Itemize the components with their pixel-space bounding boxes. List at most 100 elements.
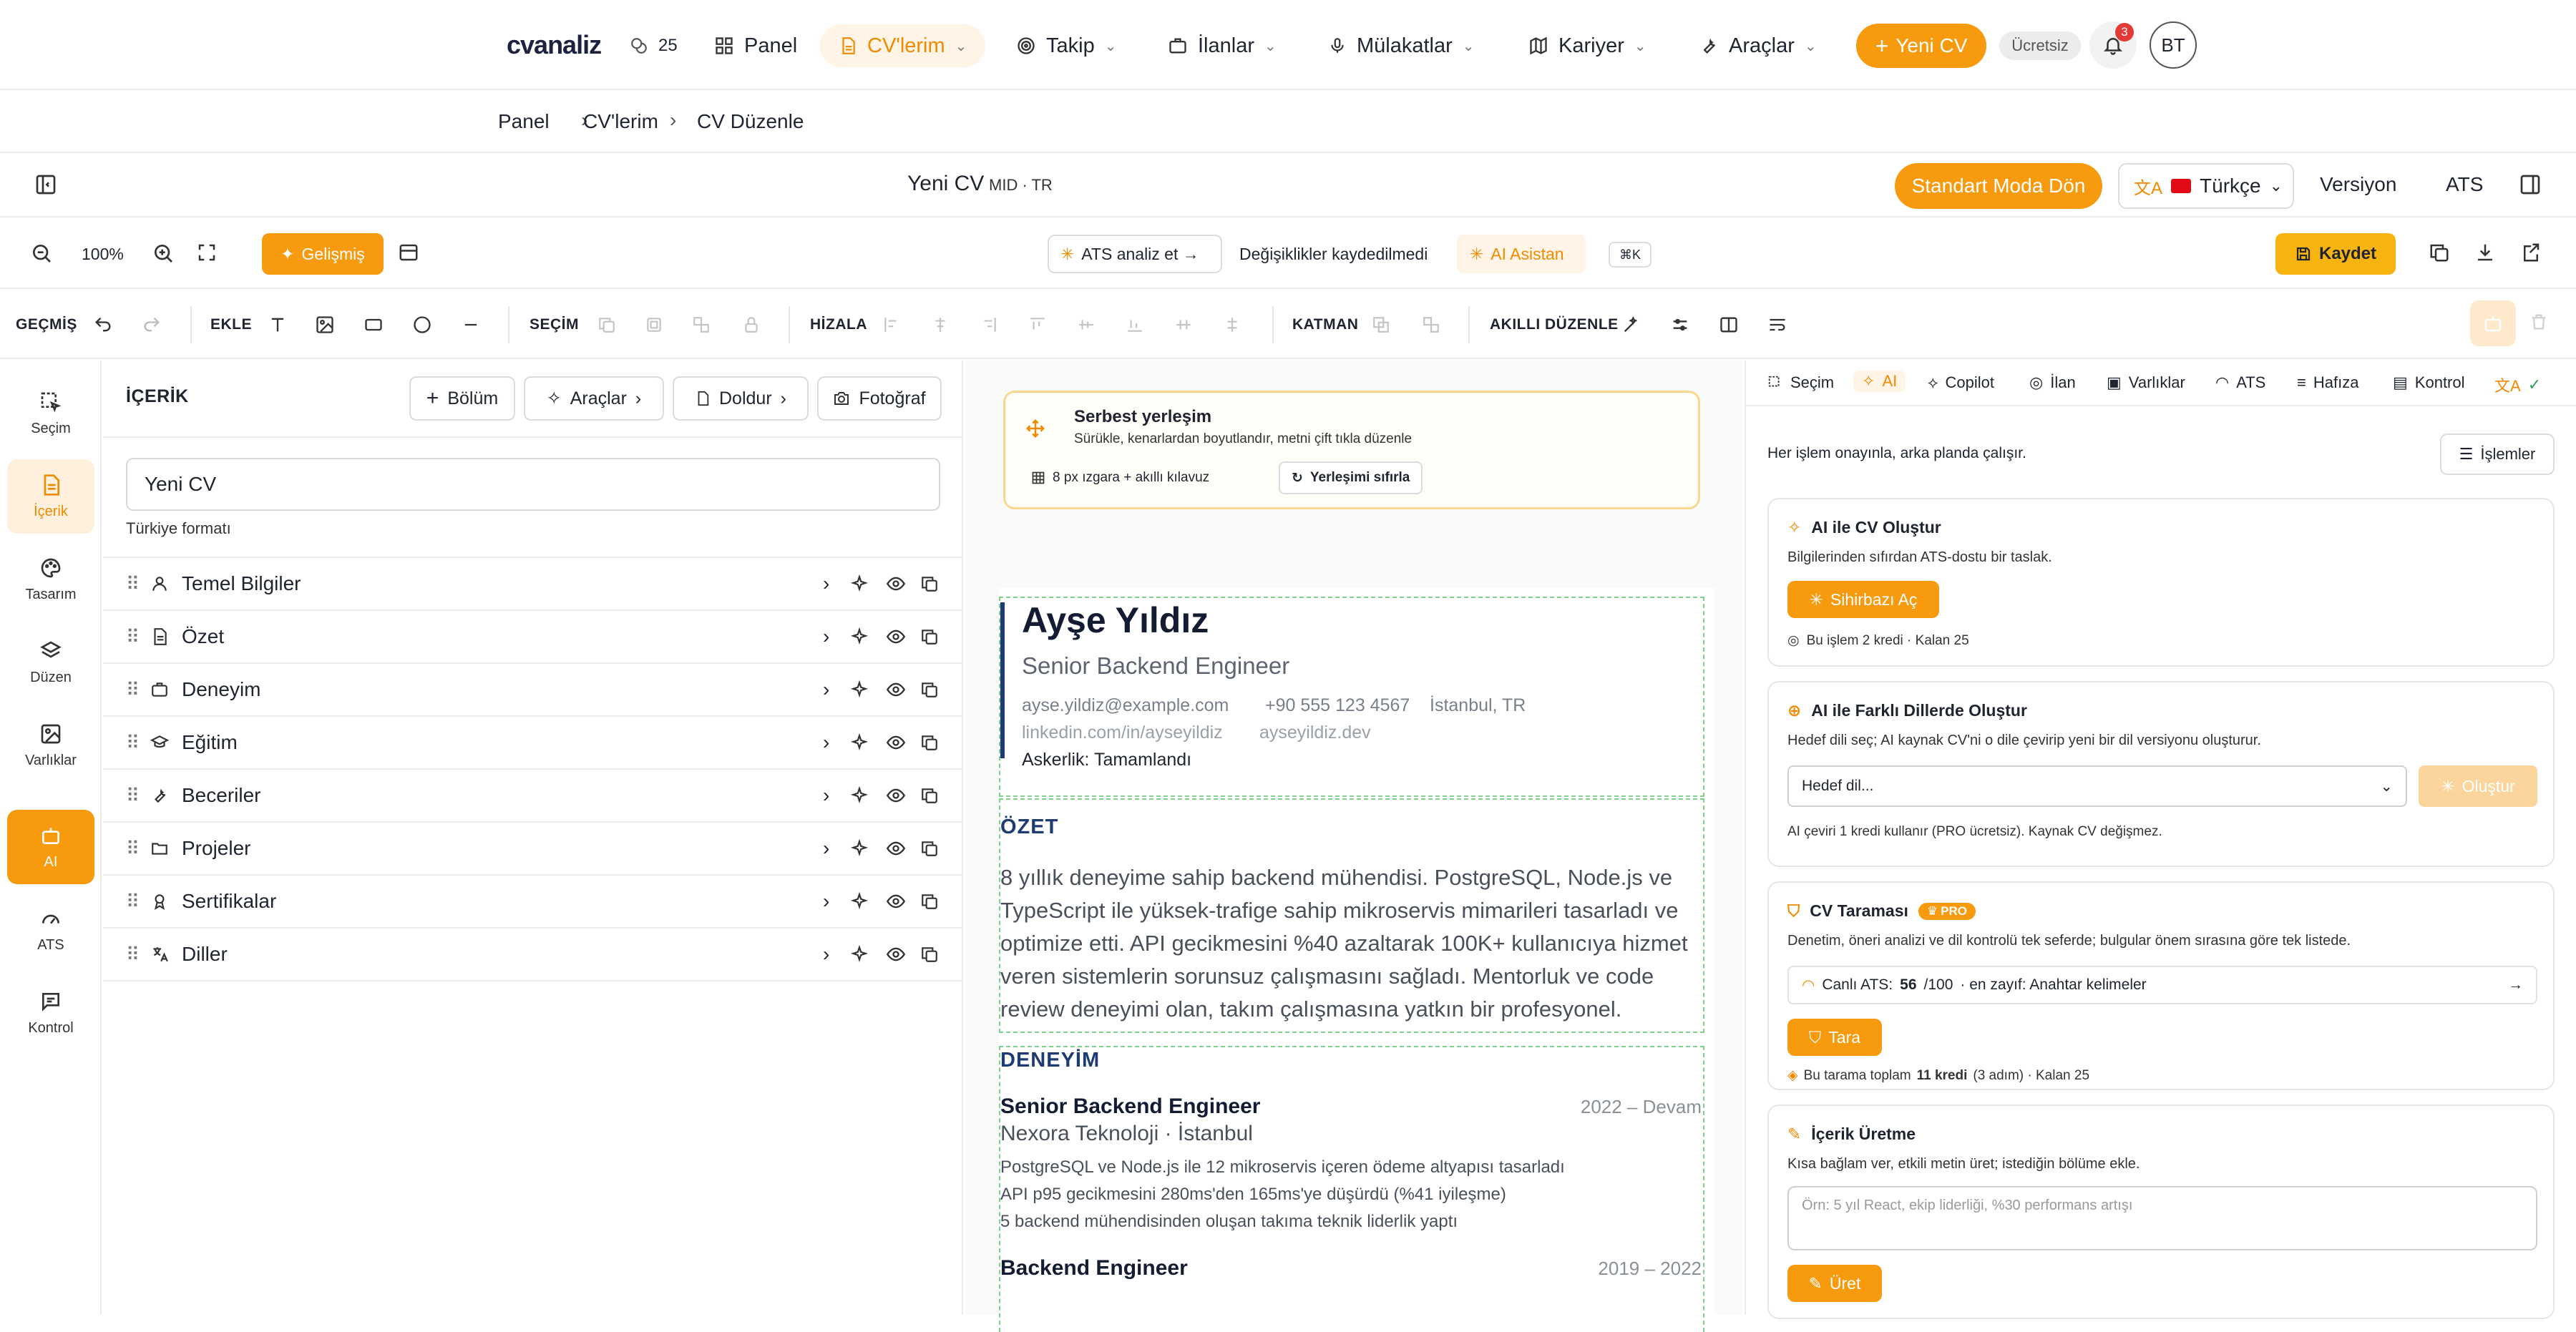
ats-analyze-button[interactable]: ✳ ATS analiz et → xyxy=(1048,235,1222,273)
photo-button[interactable]: Fotoğraf xyxy=(817,376,942,421)
advanced-mode-button[interactable]: ✦ Gelişmiş xyxy=(262,233,384,275)
circle-tool-icon[interactable] xyxy=(409,312,435,338)
eye-icon[interactable] xyxy=(886,574,906,594)
section-row[interactable]: ⠿ Deneyim › xyxy=(103,662,962,715)
panel-toggle-icon[interactable] xyxy=(2519,173,2542,196)
tab-varliklar[interactable]: ▣ Varlıklar xyxy=(2107,373,2185,392)
sparkle-icon[interactable] xyxy=(850,574,869,593)
cv-experience-block[interactable]: DENEYİM Senior Backend Engineer 2022 – D… xyxy=(999,1046,1704,1332)
section-row[interactable]: ⠿ Sertifikalar › xyxy=(103,874,962,927)
sparkle-icon[interactable] xyxy=(850,627,869,646)
new-cv-button[interactable]: + Yeni CV xyxy=(1856,24,1986,68)
align-middle-icon[interactable] xyxy=(1073,312,1099,338)
section-row[interactable]: ⠿ Eğitim › xyxy=(103,715,962,768)
tab-ai[interactable]: ✧ AI xyxy=(1853,371,1906,392)
align-top-icon[interactable] xyxy=(1025,312,1050,338)
chevron-right-icon[interactable]: › xyxy=(823,943,829,966)
section-row[interactable]: ⠿ Temel Bilgiler › xyxy=(103,557,962,609)
robot-button[interactable] xyxy=(2470,300,2516,346)
reset-layout-button[interactable]: ↻ Yerleşimi sıfırla xyxy=(1279,461,1423,494)
rail-item-ai[interactable]: AI xyxy=(7,810,94,884)
text-wrap-icon[interactable] xyxy=(1765,312,1790,338)
nav-mulakatlar[interactable]: Mülakatlar ⌄ xyxy=(1328,24,1475,67)
version-button[interactable]: Versiyon xyxy=(2320,173,2396,196)
nav-ilanlar[interactable]: İlanlar ⌄ xyxy=(1168,24,1277,67)
align-left-icon[interactable] xyxy=(879,312,904,338)
text-tool-icon[interactable] xyxy=(265,312,291,338)
lock-disabled-icon[interactable] xyxy=(738,312,764,338)
drag-handle-icon[interactable]: ⠿ xyxy=(126,626,140,648)
bring-forward-icon[interactable] xyxy=(1368,312,1394,338)
ai-assistant-button[interactable]: ✳ AI Asistan xyxy=(1457,235,1586,273)
rail-item-ats[interactable]: ATS xyxy=(7,893,94,967)
ats-button[interactable]: ATS xyxy=(2446,173,2483,196)
duplicate-icon[interactable] xyxy=(920,680,939,699)
eye-icon[interactable] xyxy=(886,627,906,647)
chevron-right-icon[interactable]: › xyxy=(823,625,829,648)
duplicate-icon[interactable] xyxy=(920,733,939,752)
rail-item-varliklar[interactable]: Varlıklar xyxy=(7,708,94,783)
zoom-out-icon[interactable] xyxy=(30,242,53,265)
tools-button[interactable]: ✧ Araçlar › xyxy=(524,376,664,421)
eye-icon[interactable] xyxy=(886,944,906,964)
sparkle-icon[interactable] xyxy=(850,786,869,805)
operations-button[interactable]: ☰ İşlemler xyxy=(2440,434,2555,475)
target-language-select[interactable]: Hedef dil... ⌄ xyxy=(1787,765,2407,807)
drag-handle-icon[interactable]: ⠿ xyxy=(126,944,140,966)
tab-hafiza[interactable]: ≡ Hafıza xyxy=(2297,373,2358,392)
tab-ilan[interactable]: ◎ İlan xyxy=(2029,373,2076,392)
tab-kontrol[interactable]: ▤ Kontrol xyxy=(2393,373,2465,392)
nav-panel[interactable]: Panel xyxy=(714,24,797,67)
redo-icon[interactable] xyxy=(139,312,165,338)
language-select[interactable]: 文A Türkçe ⌄ xyxy=(2118,163,2294,209)
align-bottom-icon[interactable] xyxy=(1122,312,1148,338)
translate-check[interactable]: 文A ✓ xyxy=(2494,373,2541,396)
rail-item-kontrol[interactable]: Kontrol xyxy=(7,976,94,1050)
line-tool-icon[interactable] xyxy=(458,312,484,338)
rail-item-secim[interactable]: Seçim xyxy=(7,376,94,451)
eye-icon[interactable] xyxy=(886,785,906,805)
section-row[interactable]: ⠿ Projeler › xyxy=(103,821,962,874)
credits-indicator[interactable]: 25 xyxy=(630,24,678,67)
drag-handle-icon[interactable]: ⠿ xyxy=(126,732,140,754)
duplicate-icon[interactable] xyxy=(920,945,939,964)
cv-summary-block[interactable]: ÖZET 8 yıllık deneyime sahip backend müh… xyxy=(999,798,1704,1033)
sparkle-icon[interactable] xyxy=(850,945,869,964)
breadcrumb-cvlerim[interactable]: CV'lerim xyxy=(583,110,658,133)
nav-takip[interactable]: Takip ⌄ xyxy=(1016,24,1116,67)
align-right-icon[interactable] xyxy=(976,312,1002,338)
zoom-in-icon[interactable] xyxy=(152,242,175,265)
eye-icon[interactable] xyxy=(886,680,906,700)
ungroup-disabled-icon[interactable] xyxy=(688,312,714,338)
tab-copilot[interactable]: ⟡ Copilot xyxy=(1928,373,1994,392)
align-center-icon[interactable] xyxy=(927,312,953,338)
context-textarea[interactable]: Örn: 5 yıl React, ekip liderliği, %30 pe… xyxy=(1787,1186,2537,1250)
translate-create-button[interactable]: ✳ Oluştur xyxy=(2419,765,2537,807)
breadcrumb-panel[interactable]: Panel xyxy=(498,110,550,133)
chevron-right-icon[interactable]: › xyxy=(823,572,829,595)
live-ats-row[interactable]: ◠ Canlı ATS: 56 /100 · en zayıf: Anahtar… xyxy=(1787,966,2537,1004)
download-icon[interactable] xyxy=(2474,242,2496,263)
duplicate-icon[interactable] xyxy=(2429,242,2450,263)
sparkle-icon[interactable] xyxy=(850,733,869,752)
drag-handle-icon[interactable]: ⠿ xyxy=(126,838,140,860)
drag-handle-icon[interactable]: ⠿ xyxy=(126,785,140,807)
nav-kariyer[interactable]: Kariyer ⌄ xyxy=(1528,24,1646,67)
copy-disabled-icon[interactable] xyxy=(594,312,620,338)
rail-item-icerik[interactable]: İçerik xyxy=(7,459,94,534)
undo-icon[interactable] xyxy=(90,312,116,338)
chevron-right-icon[interactable]: › xyxy=(823,784,829,807)
add-section-button[interactable]: + Bölüm xyxy=(409,376,515,421)
section-row[interactable]: ⠿ Beceriler › xyxy=(103,768,962,821)
section-row[interactable]: ⠿ Özet › xyxy=(103,609,962,662)
distribute-v-icon[interactable] xyxy=(1219,312,1245,338)
chevron-right-icon[interactable]: › xyxy=(823,731,829,754)
generate-button[interactable]: ✎ Üret xyxy=(1787,1265,1882,1302)
drag-handle-icon[interactable]: ⠿ xyxy=(126,679,140,701)
duplicate-icon[interactable] xyxy=(920,786,939,805)
duplicate-icon[interactable] xyxy=(920,627,939,646)
tab-ats[interactable]: ◠ ATS xyxy=(2215,373,2265,392)
eye-icon[interactable] xyxy=(886,733,906,753)
drag-handle-icon[interactable]: ⠿ xyxy=(126,573,140,595)
trash-icon[interactable] xyxy=(2529,312,2549,332)
